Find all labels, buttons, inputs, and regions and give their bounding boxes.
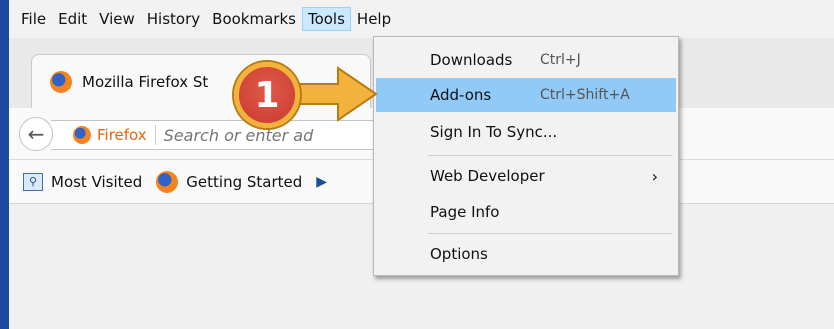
menu-item-label: Options [430,245,488,263]
step-number: 1 [254,74,280,116]
tools-menu: Downloads Ctrl+J Add-ons Ctrl+Shift+A Si… [373,36,679,276]
firefox-logo-icon [73,126,91,144]
url-separator [154,125,156,145]
identity-label: Firefox [97,126,147,144]
menu-item-shortcut: Ctrl+Shift+A [540,87,630,103]
bookmark-getting-started[interactable]: Getting Started [156,170,303,193]
menu-edit[interactable]: Edit [52,7,93,31]
menu-help[interactable]: Help [351,7,397,31]
chevron-right-icon: › [651,166,658,186]
menu-item-label: Add-ons [430,86,492,104]
menu-edit-label: Edit [58,10,88,28]
menu-separator [428,233,672,234]
bookmark-label: Most Visited [51,172,143,191]
url-bar[interactable]: Firefox [51,120,411,150]
menu-item-page-info[interactable]: Page Info [376,195,676,229]
browser-window: File Edit View History Bookmarks Tools H… [9,0,834,329]
most-visited-icon: ⚲ [23,172,43,191]
menu-item-label: Downloads [430,51,513,69]
menu-help-label: Help [356,10,392,28]
play-arrow-icon: ▶ [316,173,328,190]
tab-title: Mozilla Firefox St [82,72,209,91]
firefox-logo-icon [50,70,72,93]
menu-view-label: View [99,10,135,28]
menu-view[interactable]: View [93,7,141,31]
menu-item-label: Page Info [430,203,500,221]
step-badge: 1 [234,62,300,128]
menu-history[interactable]: History [141,7,206,31]
firefox-logo-icon [156,170,179,193]
menu-file[interactable]: File [15,7,52,31]
annotation-arrow-icon [290,66,378,122]
back-arrow-icon: ← [27,122,45,146]
back-button[interactable]: ← [19,117,53,151]
menu-item-options[interactable]: Options [376,237,676,271]
bookmark-overflow[interactable]: ▶ [316,174,327,190]
menu-file-label: File [21,10,47,28]
menu-item-label: Web Developer [430,167,545,185]
menu-bookmarks[interactable]: Bookmarks [206,7,302,31]
menu-bar: File Edit View History Bookmarks Tools H… [9,0,834,38]
menu-bookmarks-label: Bookmarks [212,10,296,28]
menu-item-web-developer[interactable]: Web Developer › [376,159,676,193]
bookmark-label: Getting Started [186,172,303,191]
menu-item-add-ons[interactable]: Add-ons Ctrl+Shift+A [376,78,676,112]
menu-tools[interactable]: Tools [301,7,351,31]
url-input[interactable] [163,125,344,145]
menu-item-sign-in-to-sync[interactable]: Sign In To Sync... [376,115,676,149]
menu-item-label: Sign In To Sync... [430,123,558,141]
menu-item-shortcut: Ctrl+J [540,52,581,68]
menu-item-downloads[interactable]: Downloads Ctrl+J [376,43,676,77]
menu-tools-label: Tools [307,10,345,28]
bookmark-most-visited[interactable]: ⚲ Most Visited [23,172,143,191]
menu-history-label: History [146,10,201,28]
menu-separator [428,155,672,156]
